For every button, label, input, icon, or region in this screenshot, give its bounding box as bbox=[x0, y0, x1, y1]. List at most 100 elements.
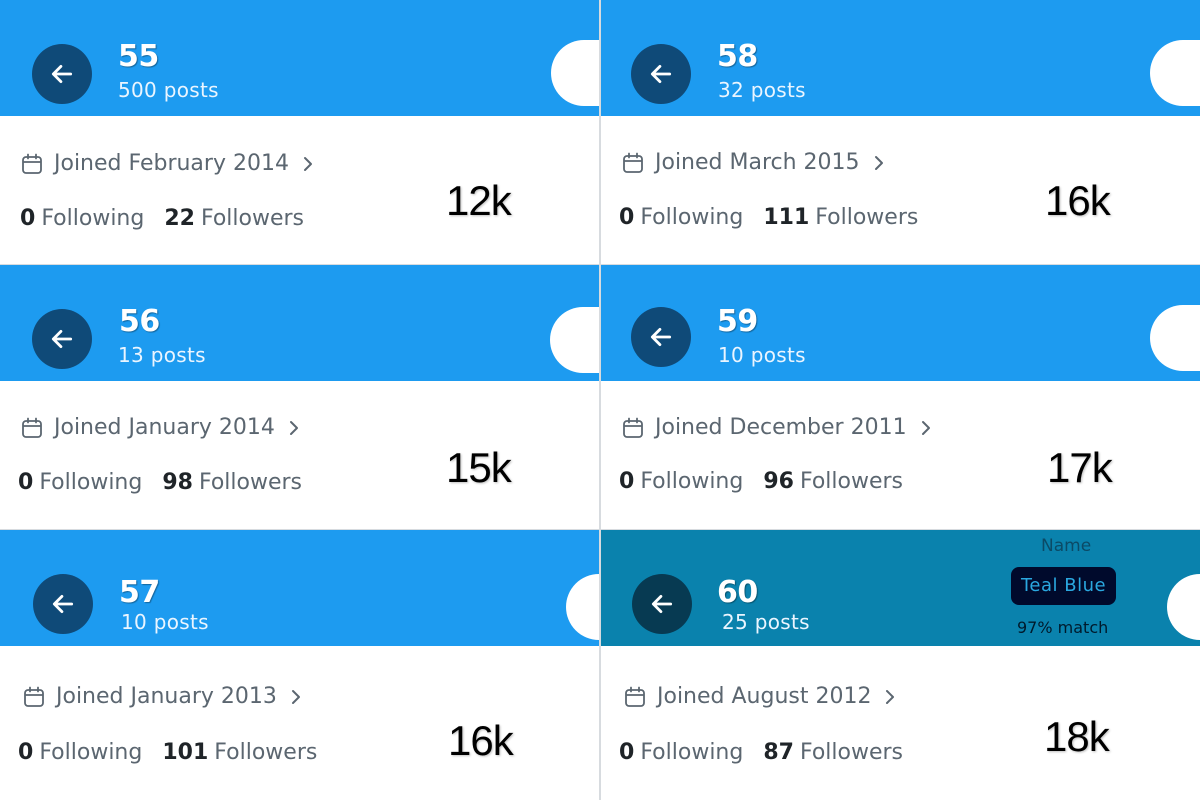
profile-header: 59 10 posts bbox=[601, 265, 1200, 381]
followers-label[interactable]: Followers bbox=[800, 742, 903, 764]
follow-stats: 0 Following 96 Followers bbox=[619, 471, 903, 493]
following-label[interactable]: Following bbox=[39, 742, 142, 764]
profile-panel-58: 58 32 posts Joined March 2015 0 Followin… bbox=[601, 0, 1200, 265]
color-name-chip: Teal Blue bbox=[1011, 567, 1117, 605]
header-pill-button[interactable] bbox=[1167, 574, 1200, 640]
arrow-left-icon bbox=[651, 595, 673, 613]
profile-panel-60: 60 25 posts Name Teal Blue 97% match Joi… bbox=[601, 530, 1200, 800]
joined-date[interactable]: Joined March 2015 bbox=[621, 151, 886, 175]
calendar-icon bbox=[22, 153, 42, 174]
followers-count: 96 bbox=[763, 469, 794, 494]
horizontal-divider bbox=[0, 529, 1200, 530]
followers-label[interactable]: Followers bbox=[214, 742, 317, 764]
overlay-count-label: 18k bbox=[1044, 713, 1110, 760]
screenshot-grid: 55 500 posts Joined February 2014 0 Foll… bbox=[0, 0, 1200, 800]
calendar-icon bbox=[623, 417, 643, 438]
calendar-icon bbox=[24, 686, 44, 707]
follow-stats: 0 Following 101 Followers bbox=[18, 742, 317, 764]
chevron-right-icon bbox=[291, 690, 300, 704]
joined-date-text: Joined January 2014 bbox=[54, 415, 275, 440]
profile-title: 58 bbox=[717, 39, 758, 74]
follow-stats: 0 Following 98 Followers bbox=[18, 472, 302, 494]
following-label[interactable]: Following bbox=[640, 207, 743, 229]
header-pill-button[interactable] bbox=[566, 574, 599, 640]
post-count: 10 posts bbox=[121, 610, 209, 634]
back-button[interactable] bbox=[631, 307, 691, 367]
joined-date-text: Joined December 2011 bbox=[655, 415, 907, 440]
overlay-count-label: 12k bbox=[446, 177, 512, 224]
calendar-icon bbox=[623, 152, 643, 173]
calendar-icon bbox=[22, 417, 42, 438]
chevron-right-icon bbox=[874, 156, 883, 170]
follow-stats: 0 Following 22 Followers bbox=[20, 208, 304, 230]
horizontal-divider bbox=[0, 264, 1200, 265]
follow-stats: 0 Following 87 Followers bbox=[619, 742, 903, 764]
joined-date-text: Joined August 2012 bbox=[657, 684, 872, 709]
profile-header: 58 32 posts bbox=[601, 0, 1200, 116]
header-pill-button[interactable] bbox=[550, 307, 599, 373]
header-pill-button[interactable] bbox=[1150, 305, 1200, 371]
followers-count: 87 bbox=[763, 740, 794, 765]
joined-date-text: Joined January 2013 bbox=[56, 684, 277, 709]
joined-date-text: Joined February 2014 bbox=[54, 151, 289, 176]
header-pill-button[interactable] bbox=[551, 40, 599, 106]
overlay-count-label: 16k bbox=[1045, 177, 1111, 224]
followers-label[interactable]: Followers bbox=[815, 207, 918, 229]
profile-panel-55: 55 500 posts Joined February 2014 0 Foll… bbox=[0, 0, 599, 265]
post-count: 10 posts bbox=[718, 343, 806, 367]
profile-panel-59: 59 10 posts Joined December 2011 0 Follo… bbox=[601, 265, 1200, 530]
following-label[interactable]: Following bbox=[640, 471, 743, 493]
following-label[interactable]: Following bbox=[39, 472, 142, 494]
post-count: 13 posts bbox=[118, 343, 206, 367]
followers-label[interactable]: Followers bbox=[201, 208, 304, 230]
followers-count: 22 bbox=[164, 206, 195, 231]
chevron-right-icon bbox=[886, 690, 895, 704]
following-count: 0 bbox=[18, 740, 34, 765]
profile-panel-57: 57 10 posts Joined January 2013 0 Follow… bbox=[0, 530, 599, 800]
following-count: 0 bbox=[619, 205, 635, 230]
joined-date[interactable]: Joined August 2012 bbox=[623, 685, 897, 709]
joined-date[interactable]: Joined December 2011 bbox=[621, 416, 933, 440]
profile-title: 59 bbox=[717, 304, 758, 339]
post-count: 500 posts bbox=[118, 78, 219, 102]
chevron-right-icon bbox=[289, 421, 298, 435]
followers-count: 101 bbox=[162, 740, 209, 765]
arrow-left-icon bbox=[51, 330, 73, 348]
vertical-divider bbox=[599, 0, 601, 800]
profile-title: 56 bbox=[119, 304, 160, 339]
arrow-left-icon bbox=[52, 595, 74, 613]
profile-panel-56: 56 13 posts Joined January 2014 0 Follow… bbox=[0, 265, 599, 530]
joined-date[interactable]: Joined January 2013 bbox=[22, 685, 303, 709]
profile-header: 56 13 posts bbox=[0, 265, 599, 381]
back-button[interactable] bbox=[32, 44, 92, 104]
color-match-percent: 97% match bbox=[1017, 618, 1109, 637]
joined-date-text: Joined March 2015 bbox=[655, 150, 860, 175]
back-button[interactable] bbox=[631, 44, 691, 104]
overlay-count-label: 17k bbox=[1047, 444, 1113, 491]
joined-date[interactable]: Joined February 2014 bbox=[20, 152, 315, 176]
following-count: 0 bbox=[619, 469, 635, 494]
following-label[interactable]: Following bbox=[640, 742, 743, 764]
profile-header: 60 25 posts Name Teal Blue 97% match bbox=[601, 530, 1200, 646]
arrow-left-icon bbox=[650, 65, 672, 83]
color-name-label: Name bbox=[1041, 536, 1092, 556]
following-label[interactable]: Following bbox=[41, 208, 144, 230]
profile-title: 60 bbox=[717, 575, 758, 610]
overlay-count-label: 16k bbox=[448, 717, 514, 764]
calendar-icon bbox=[625, 686, 645, 707]
back-button[interactable] bbox=[632, 574, 692, 634]
followers-label[interactable]: Followers bbox=[199, 472, 302, 494]
profile-title: 57 bbox=[119, 575, 160, 610]
profile-header: 55 500 posts bbox=[0, 0, 599, 116]
following-count: 0 bbox=[18, 470, 34, 495]
joined-date[interactable]: Joined January 2014 bbox=[20, 416, 301, 440]
overlay-count-label: 15k bbox=[446, 444, 512, 491]
back-button[interactable] bbox=[33, 574, 93, 634]
following-count: 0 bbox=[619, 740, 635, 765]
back-button[interactable] bbox=[32, 309, 92, 369]
followers-label[interactable]: Followers bbox=[800, 471, 903, 493]
header-pill-button[interactable] bbox=[1150, 40, 1200, 106]
chevron-right-icon bbox=[921, 421, 930, 435]
profile-title: 55 bbox=[118, 39, 159, 74]
follow-stats: 0 Following 111 Followers bbox=[619, 207, 918, 229]
